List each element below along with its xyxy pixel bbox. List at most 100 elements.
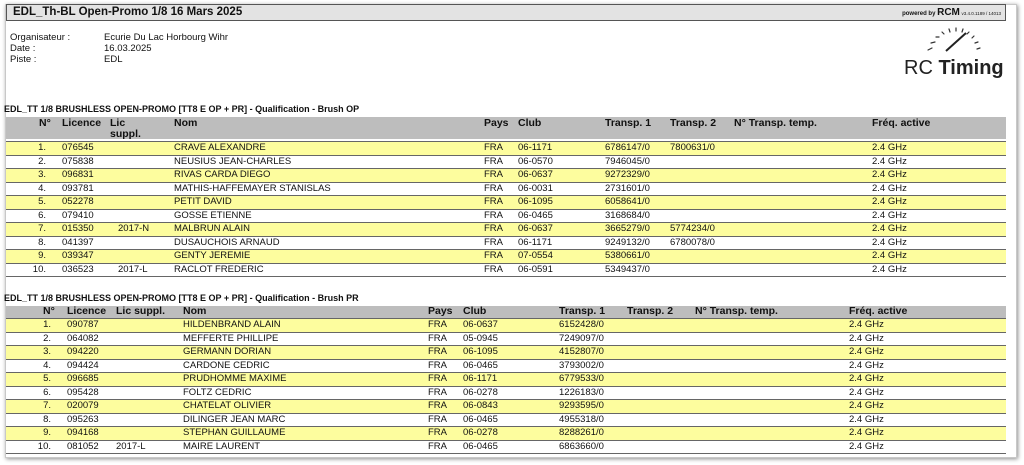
cell-rank: 7. <box>43 400 51 411</box>
rc-timing-logo: RC Timing <box>902 24 1004 86</box>
table1-title: EDL_TT 1/8 BRUSHLESS OPEN-PROMO [TT8 E O… <box>4 104 360 114</box>
cell-freq: 2.4 GHz <box>849 319 884 330</box>
date-label: Date : <box>10 43 36 54</box>
cell-club: 06-0465 <box>518 209 553 221</box>
cell-rank: 2. <box>38 155 46 167</box>
cell-licence: 079410 <box>62 209 94 221</box>
table2-header: N° Licence Lic suppl. Nom Pays Club Tran… <box>6 306 1006 318</box>
cell-t1: 9272329/0 <box>605 169 650 180</box>
cell-t1: 6863660/0 <box>559 440 604 452</box>
cell-t1: 5380661/0 <box>605 250 650 261</box>
cell-freq: 2.4 GHz <box>849 440 884 452</box>
cell-rank: 9. <box>38 250 46 261</box>
cell-freq: 2.4 GHz <box>872 142 907 153</box>
table-bottom-rule <box>6 276 1006 277</box>
cell-rank: 5. <box>38 196 46 207</box>
cell-t1: 9249132/0 <box>605 236 650 248</box>
table-row: 4. 093781 MATHIS-HAFFEMAYER STANISLAS FRA 06… <box>6 181 1006 196</box>
cell-licence: 015350 <box>62 223 94 234</box>
cell-country: FRA <box>428 440 447 452</box>
cell-name: MEFFERTE PHILLIPE <box>183 332 279 344</box>
cell-licence: 041397 <box>62 236 94 248</box>
cell-t2: 5774234/0 <box>670 223 715 234</box>
cell-freq: 2.4 GHz <box>849 359 884 371</box>
table-row: 9. 039347 GENTY JEREMIE FRA 07-0554 5380661/0… <box>6 249 1006 263</box>
cell-freq: 2.4 GHz <box>849 400 884 411</box>
cell-freq: 2.4 GHz <box>872 169 907 180</box>
table-row: 3. 096831 RIVAS CARDA DIEGO FRA 06-0637 92723… <box>6 168 1006 182</box>
cell-country: FRA <box>428 386 447 398</box>
table-row: 2. 075838 NEUSIUS JEAN-CHARLES FRA 06-0570 79… <box>6 154 1006 169</box>
col-club: Club <box>463 305 487 317</box>
report-title: EDL_Th-BL Open-Promo 1/8 16 Mars 2025 <box>13 6 243 18</box>
cell-club: 06-1171 <box>463 373 498 384</box>
cell-t1: 8288261/0 <box>559 427 604 438</box>
cell-name: MATHIS-HAFFEMAYER STANISLAS <box>174 182 331 194</box>
table-bottom-rule <box>6 453 1006 454</box>
col-freq: Fréq. active <box>872 117 931 129</box>
cell-t1: 9293595/0 <box>559 400 604 411</box>
cell-name: RACLOT FREDERIC <box>174 263 264 275</box>
cell-name: GENTY JEREMIE <box>174 250 251 261</box>
cell-freq: 2.4 GHz <box>872 236 907 248</box>
cell-name: CARDONE CEDRIC <box>183 359 270 371</box>
cell-club: 06-0031 <box>518 182 553 194</box>
cell-licence: 064082 <box>67 332 99 344</box>
cell-rank: 10. <box>37 440 51 452</box>
cell-country: FRA <box>484 142 503 153</box>
cell-licence: 095428 <box>67 386 99 398</box>
powered-by: powered by RCM v3.4.0.1189 / 14013 <box>902 7 1001 18</box>
cell-suppl: 2017-L <box>116 440 146 452</box>
cell-t1: 4152807/0 <box>559 346 604 357</box>
cell-club: 06-1095 <box>463 346 498 357</box>
col-rank: N° <box>39 117 51 129</box>
cell-suppl: 2017-L <box>118 263 148 275</box>
cell-country: FRA <box>484 236 503 248</box>
cell-freq: 2.4 GHz <box>872 209 907 221</box>
col-country: Pays <box>484 117 509 129</box>
cell-freq: 2.4 GHz <box>872 182 907 194</box>
cell-club: 06-0465 <box>463 440 498 452</box>
table1-header: N° Licence Lic suppl. Nom Pays Club Tran… <box>6 117 1006 140</box>
cell-country: FRA <box>484 250 503 261</box>
cell-club: 06-0637 <box>518 223 553 234</box>
cell-rank: 2. <box>43 332 51 344</box>
cell-freq: 2.4 GHz <box>849 427 884 438</box>
cell-country: FRA <box>428 319 447 330</box>
version-text: v3.4.0.1189 / 14013 <box>961 11 1001 16</box>
cell-country: FRA <box>484 169 503 180</box>
cell-club: 06-0591 <box>518 263 553 275</box>
cell-club: 06-1095 <box>518 196 553 207</box>
cell-freq: 2.4 GHz <box>872 250 907 261</box>
cell-rank: 10. <box>32 263 46 275</box>
cell-freq: 2.4 GHz <box>849 386 884 398</box>
cell-rank: 8. <box>38 236 46 248</box>
track-value: EDL <box>104 54 123 65</box>
cell-club: 06-1171 <box>518 142 553 153</box>
cell-t1: 6779533/0 <box>559 373 604 384</box>
cell-t1: 6786147/0 <box>605 142 650 153</box>
col-transp-temp: N° Transp. temp. <box>734 117 817 129</box>
cell-country: FRA <box>484 209 503 221</box>
cell-rank: 1. <box>38 142 46 153</box>
cell-freq: 2.4 GHz <box>849 346 884 357</box>
table-row: 4. 094424 CARDONE CEDRIC FRA 06-0465 3793002/… <box>6 358 1006 373</box>
organizer-label: Organisateur : <box>10 32 71 43</box>
col-transp1: Transp. 1 <box>559 305 606 317</box>
cell-country: FRA <box>484 182 503 194</box>
cell-freq: 2.4 GHz <box>849 332 884 344</box>
cell-licence: 076545 <box>62 142 94 153</box>
col-country: Pays <box>428 305 453 317</box>
col-freq: Fréq. active <box>849 305 908 317</box>
date-value: 16.03.2025 <box>104 43 152 54</box>
cell-name: FOLTZ CEDRIC <box>183 386 252 398</box>
col-transp2: Transp. 2 <box>670 117 717 129</box>
col-club: Club <box>518 117 542 129</box>
col-lic-suppl: Lic suppl. <box>110 117 141 140</box>
logo-text-rc: RC <box>904 57 933 79</box>
col-transp-temp: N° Transp. temp. <box>695 305 778 317</box>
cell-rank: 3. <box>43 346 51 357</box>
cell-country: FRA <box>428 400 447 411</box>
cell-t2: 7800631/0 <box>670 142 715 153</box>
cell-t1: 3665279/0 <box>605 223 650 234</box>
